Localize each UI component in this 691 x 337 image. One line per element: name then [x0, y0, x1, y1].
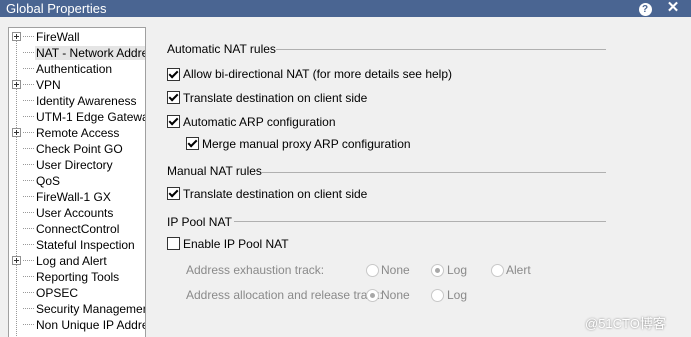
window-title: Global Properties [6, 1, 107, 16]
tree-item-label: User Directory [36, 158, 113, 172]
tree-connector [23, 228, 34, 229]
tree-item-label: NAT - Network Address Translation [35, 46, 145, 60]
tree-item-label: Non Unique IP Address Ranges [36, 318, 145, 332]
tree-connector [23, 212, 34, 213]
title-bar: Global Properties ? ✕ [0, 0, 691, 17]
automatic-arp-checkbox[interactable] [167, 115, 180, 128]
exhaustion-track-label: Address exhaustion track: [186, 263, 325, 277]
ip-pool-section-title: IP Pool NAT [167, 215, 232, 229]
exhaustion-none-label: None [381, 263, 410, 277]
tree-item-label: Stateful Inspection [36, 238, 135, 252]
tree-connector [23, 196, 34, 197]
tree-connector [23, 68, 34, 69]
tree-connector [23, 244, 34, 245]
tree-connector [23, 292, 34, 293]
tree-connector [23, 276, 34, 277]
tree-item-label: Reporting Tools [36, 270, 120, 284]
exhaustion-log-radio[interactable] [431, 264, 444, 277]
exhaustion-alert-radio[interactable] [491, 264, 504, 277]
tree-item-label: Identity Awareness [36, 94, 137, 108]
allocation-log-radio[interactable] [431, 289, 444, 302]
allocation-log-label: Log [447, 288, 468, 302]
exhaustion-alert-label: Alert [506, 263, 531, 277]
allow-bidirectional-checkbox[interactable] [167, 68, 180, 81]
tree-item-label: Security Management Access [36, 302, 146, 316]
tree-item-label: ConnectControl [36, 222, 120, 236]
tree-item-label: Check Point GO [36, 142, 123, 156]
tree-item-label: Log and Alert [36, 254, 107, 268]
tree-item-label: VPN [36, 78, 61, 92]
enable-ip-pool-label: Enable IP Pool NAT [183, 237, 289, 251]
tree-connector [23, 164, 34, 165]
expand-icon[interactable] [12, 128, 21, 137]
tree-connector [23, 100, 34, 101]
section-divider [276, 49, 606, 50]
allocation-track-label: Address allocation and release track: [186, 288, 383, 302]
tree-connector [23, 132, 34, 133]
translate-dest-auto-checkbox[interactable] [167, 91, 180, 104]
automatic-nat-section-title: Automatic NAT rules [167, 42, 276, 56]
tree-item-label: OPSEC [36, 286, 79, 300]
translate-dest-manual-checkbox[interactable] [167, 187, 180, 200]
tree-connector [23, 180, 34, 181]
translate-dest-auto-label: Translate destination on client side [183, 91, 368, 105]
automatic-arp-label: Automatic ARP configuration [183, 115, 336, 129]
tree-connector [23, 84, 34, 85]
tree-item-label: User Accounts [36, 206, 114, 220]
allow-bidirectional-label: Allow bi-directional NAT (for more detai… [183, 67, 452, 81]
tree-connector [23, 324, 34, 325]
tree-connector [23, 260, 34, 261]
merge-proxy-arp-checkbox[interactable] [186, 137, 199, 150]
expand-icon[interactable] [12, 256, 21, 265]
allocation-none-label: None [381, 288, 410, 302]
close-button[interactable]: ✕ [664, 0, 682, 16]
settings-tree[interactable]: FireWall NAT - Network Address Translatio… [8, 27, 146, 337]
merge-proxy-arp-label: Merge manual proxy ARP configuration [202, 137, 411, 151]
tree-item-label: FireWall-1 GX [36, 190, 111, 204]
tree-item-label: UTM-1 Edge Gateway [36, 110, 146, 124]
tree-connector [23, 36, 34, 37]
tree-connector [23, 148, 34, 149]
section-divider [234, 221, 606, 222]
tree-connector [23, 116, 34, 117]
translate-dest-manual-label: Translate destination on client side [183, 187, 368, 201]
tree-item-label: FireWall [36, 30, 80, 44]
watermark: @51CTO博客 [585, 316, 666, 331]
tree-item-label: Authentication [36, 62, 113, 76]
manual-nat-section-title: Manual NAT rules [167, 164, 262, 178]
tree-item-label: QoS [36, 174, 61, 188]
close-icon: ✕ [666, 0, 680, 16]
exhaustion-log-label: Log [447, 263, 468, 277]
tree-item-label: Remote Access [36, 126, 120, 140]
exhaustion-none-radio[interactable] [366, 264, 379, 277]
help-icon: ? [638, 3, 652, 16]
tree-connector [23, 308, 34, 309]
enable-ip-pool-checkbox[interactable] [167, 237, 180, 250]
allocation-none-radio[interactable] [366, 289, 379, 302]
section-divider [262, 172, 606, 173]
expand-icon[interactable] [12, 32, 21, 41]
tree-connector [23, 52, 34, 53]
help-button[interactable]: ? [636, 0, 654, 16]
expand-icon[interactable] [12, 80, 21, 89]
